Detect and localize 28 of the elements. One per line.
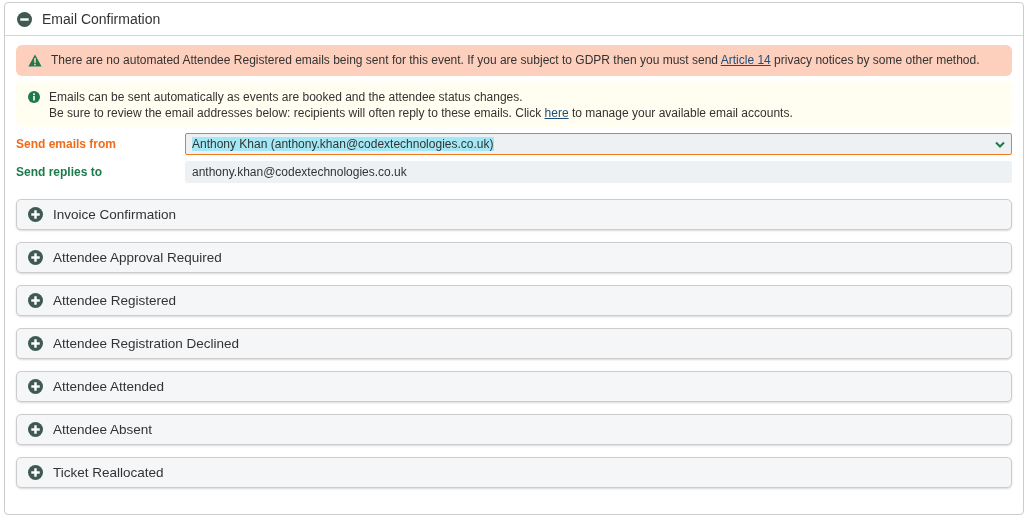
plus-circle-icon[interactable]	[28, 293, 43, 308]
accordion-section[interactable]: Attendee Registration Declined	[16, 328, 1012, 359]
plus-circle-icon[interactable]	[28, 207, 43, 222]
plus-circle-icon[interactable]	[28, 336, 43, 351]
accordion-section[interactable]: Attendee Absent	[16, 414, 1012, 445]
field-label: Send replies to	[16, 165, 104, 179]
chevron-down-icon	[995, 140, 1005, 148]
here-link[interactable]: here	[544, 106, 569, 120]
plus-circle-icon[interactable]	[28, 250, 43, 265]
accordion-section[interactable]: Attendee Registered	[16, 285, 1012, 316]
info-text: Emails can be sent automatically as events are booked and the attendee status changes.	[49, 89, 524, 105]
field-label: Send emails from	[16, 137, 118, 151]
plus-circle-icon[interactable]	[28, 422, 43, 437]
plus-circle-icon[interactable]	[28, 379, 43, 394]
accordion-section[interactable]: Attendee Approval Required	[16, 242, 1012, 273]
info-text: Be sure to review the email addresses below: recipients will often reply to these emails. Click here to manage your available email accounts.	[49, 105, 793, 121]
minus-circle-icon[interactable]	[17, 11, 32, 27]
panel-title: Email Confirmation	[42, 11, 161, 27]
accordion-section[interactable]: Attendee Attended	[16, 371, 1012, 402]
reply-to-field[interactable]: anthony.khan@codextechnologies.co.uk	[185, 161, 1012, 183]
info-icon	[28, 91, 40, 103]
warning-text: There are no automated Attendee Registered emails being sent for this event. If you are subject to GDPR then you must send Article 14 privacy notices by some other method.	[51, 52, 980, 68]
warning-icon	[28, 54, 42, 67]
sender-dropdown[interactable]: Anthony Khan (anthony.khan@codextechnologies.co.uk)	[185, 133, 1012, 155]
accordion-section[interactable]: Ticket Reallocated	[16, 457, 1012, 488]
article-link[interactable]: Article 14	[720, 53, 771, 67]
plus-circle-icon[interactable]	[28, 465, 43, 480]
accordion-section[interactable]: Invoice Confirmation	[16, 199, 1012, 230]
